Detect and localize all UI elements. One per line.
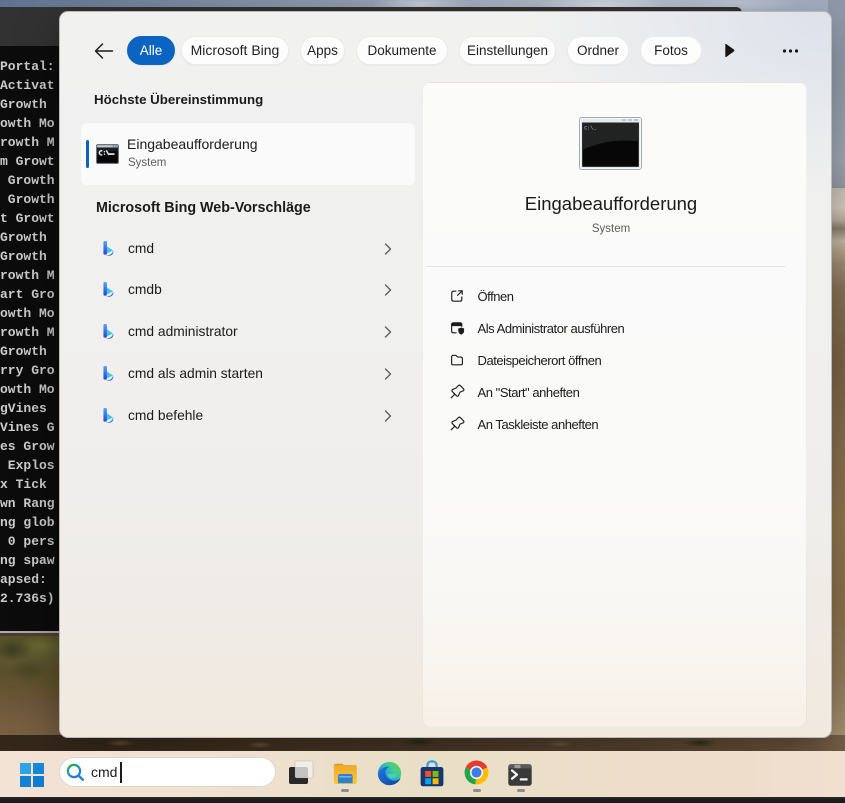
svg-text:C:\_: C:\_ <box>584 126 597 132</box>
